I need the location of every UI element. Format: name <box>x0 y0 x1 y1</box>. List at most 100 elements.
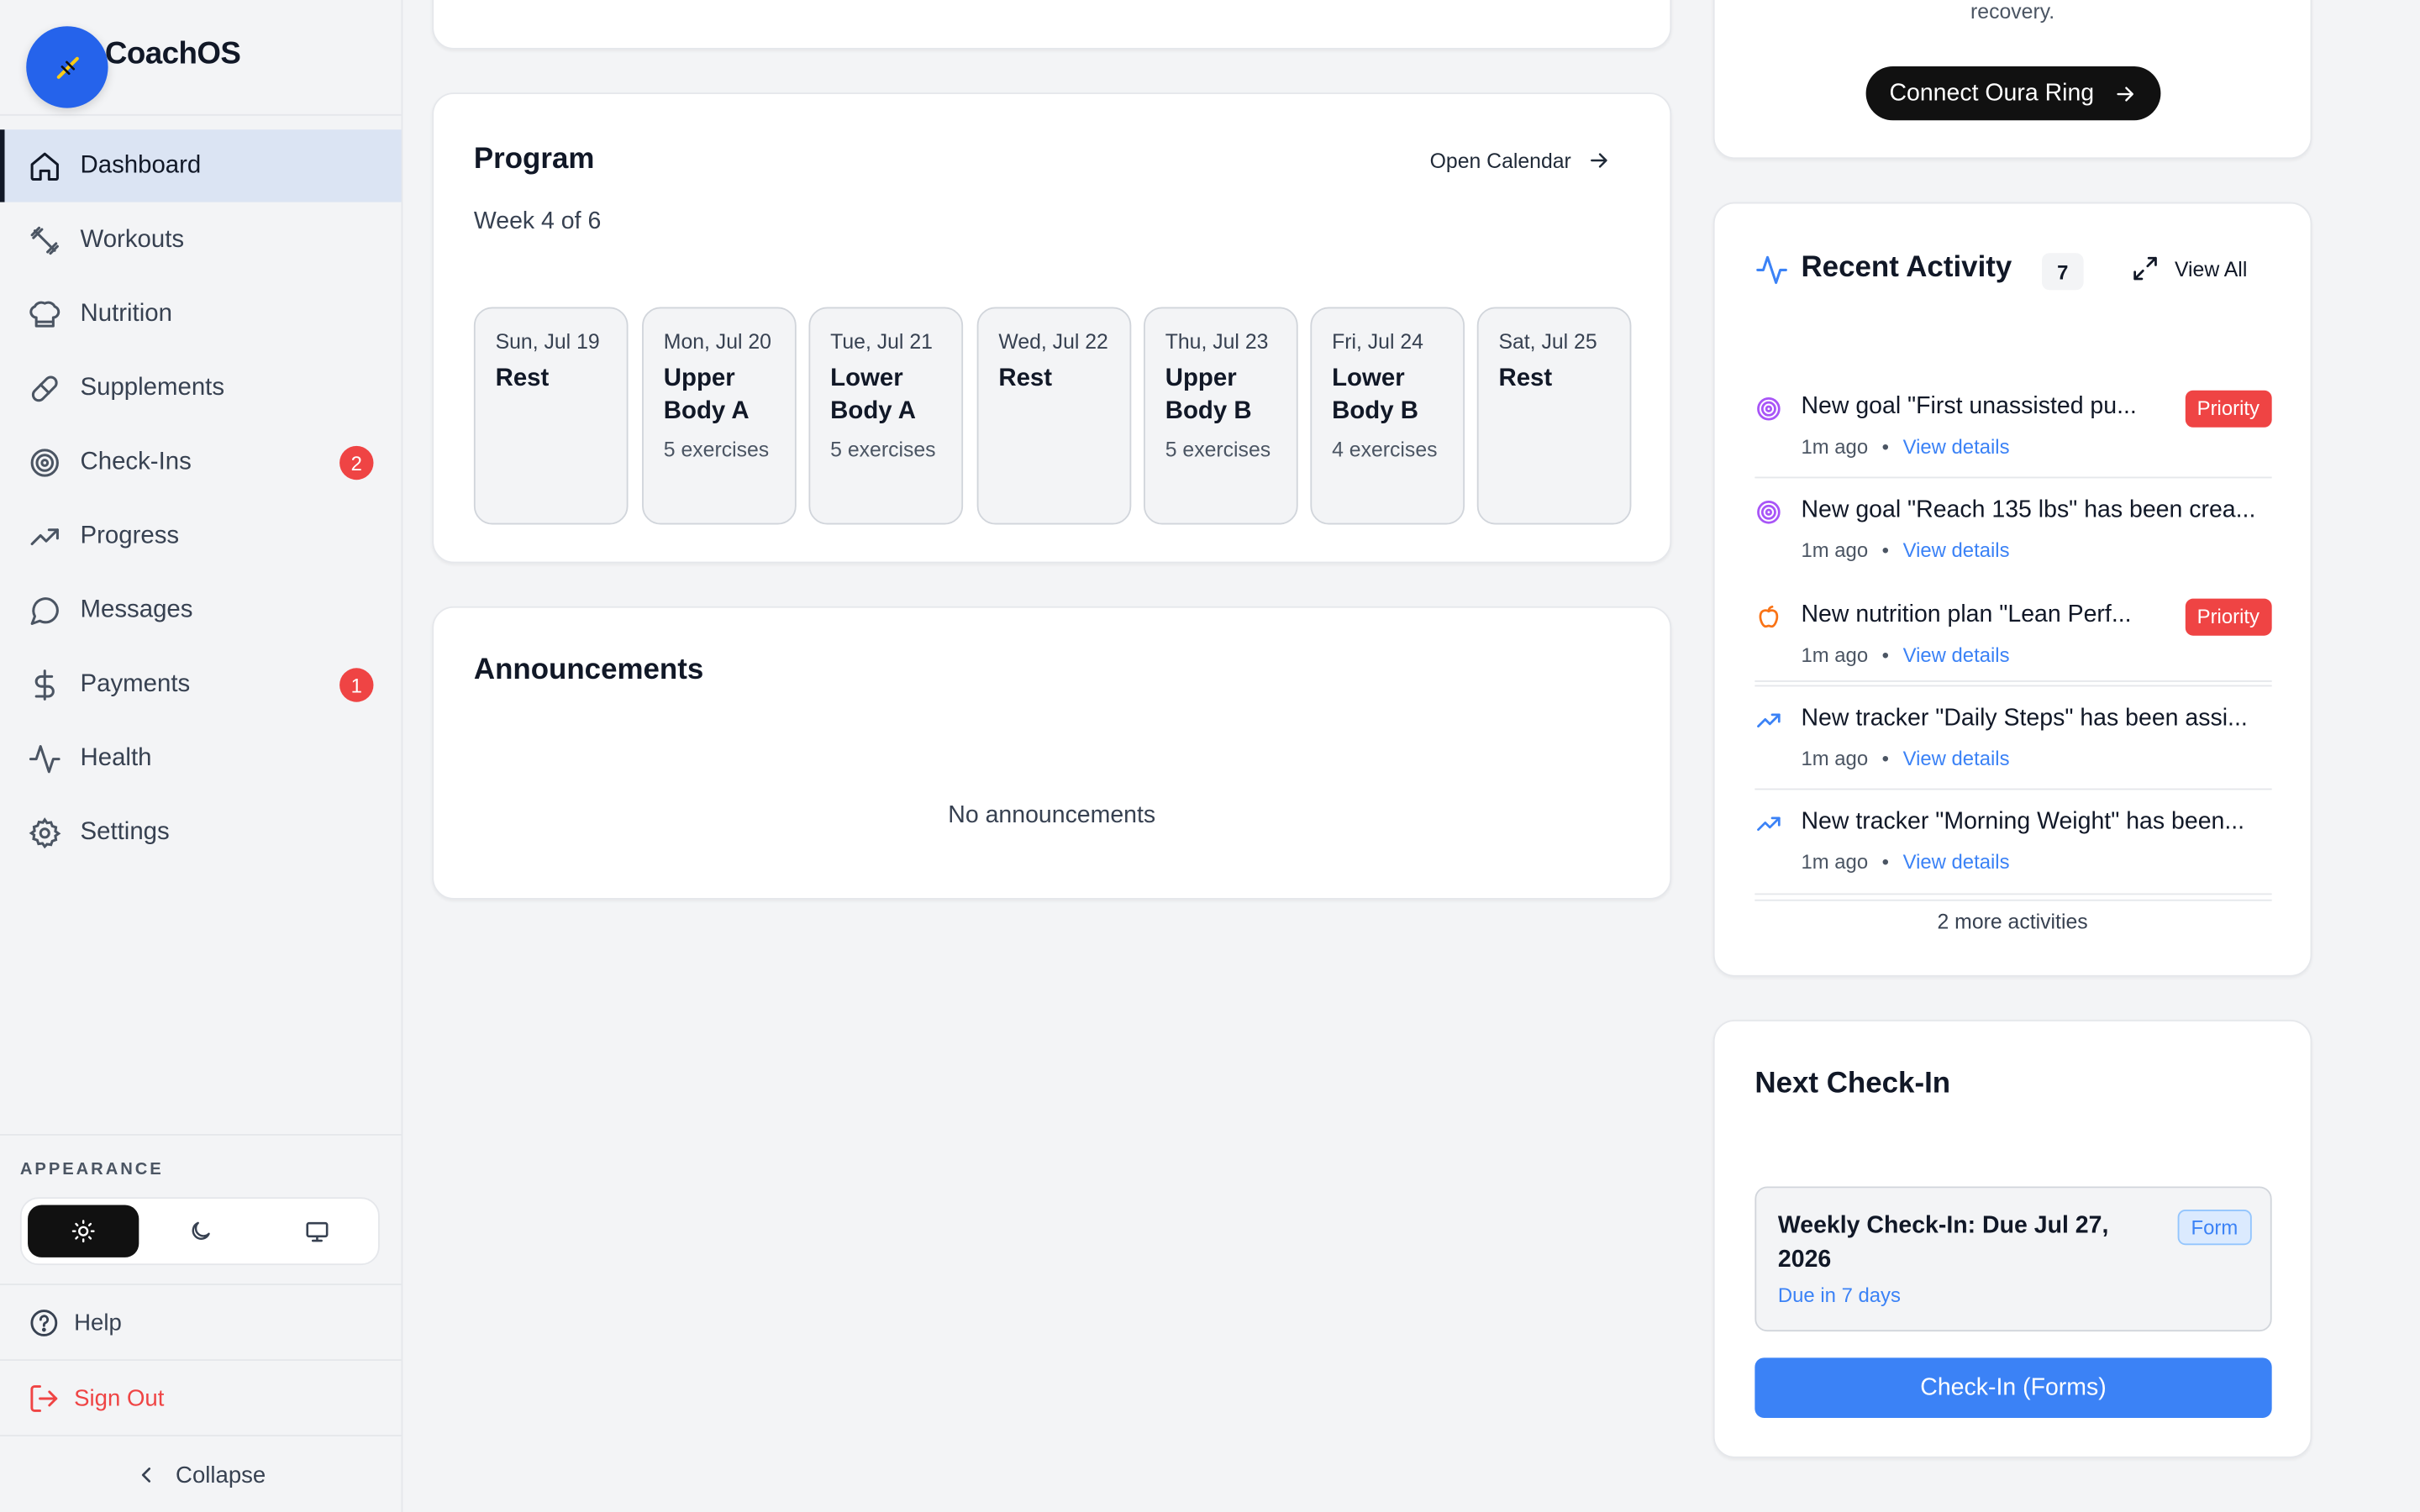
arrow-right-icon <box>2117 86 2133 101</box>
sidebar-item-payments[interactable]: Payments 1 <box>0 648 402 720</box>
theme-light-button[interactable] <box>28 1205 139 1257</box>
view-details-link[interactable]: View details <box>1903 850 2010 874</box>
program-title: Program <box>473 143 595 176</box>
theme-system-button[interactable] <box>260 1205 371 1257</box>
sidebar-item-messages[interactable]: Messages <box>0 574 402 646</box>
sign-out-button[interactable]: Sign Out <box>0 1361 402 1436</box>
open-calendar-link[interactable]: Open Calendar <box>1430 148 1612 172</box>
day-card[interactable]: Fri, Jul 24 Lower Body B 4 exercises <box>1310 307 1465 525</box>
next-check-in-title: Next Check-In <box>1754 1068 1951 1100</box>
sidebar: CoachOS Dashboard Workouts Nutrition Sup… <box>0 0 403 1512</box>
appearance-label: APPEARANCE <box>19 1160 164 1179</box>
chef-hat-icon <box>28 297 61 331</box>
day-workout: Lower Body B <box>1332 365 1418 425</box>
connect-oura-button[interactable]: Connect Oura Ring <box>1865 66 2161 121</box>
day-date: Thu, Jul 23 <box>1165 330 1269 354</box>
program-week: Week 4 of 6 <box>473 207 602 235</box>
day-card[interactable]: Mon, Jul 20 Upper Body A 5 exercises <box>642 307 797 525</box>
sidebar-item-label: Payments <box>80 670 191 697</box>
activity-text: New goal "Reach 135 lbs" has been crea..… <box>1801 496 2256 523</box>
oura-description: readiness based on sleep, HRV, and recov… <box>1807 0 2218 26</box>
day-card[interactable]: Tue, Jul 21 Lower Body A 5 exercises <box>808 307 964 525</box>
day-date: Fri, Jul 24 <box>1332 330 1423 354</box>
theme-dark-button[interactable] <box>145 1205 256 1257</box>
sidebar-item-dashboard[interactable]: Dashboard <box>0 129 402 202</box>
theme-switcher <box>19 1197 380 1266</box>
divider <box>1754 476 2272 479</box>
check-in-forms-button[interactable]: Check-In (Forms) <box>1754 1357 2272 1418</box>
chevron-left-icon <box>141 1467 150 1483</box>
day-card[interactable]: Sat, Jul 25 Rest <box>1476 307 1632 525</box>
appearance-section: APPEARANCE <box>0 1133 402 1285</box>
divider <box>1754 893 2272 895</box>
collapse-button[interactable]: Collapse <box>0 1438 402 1512</box>
day-workout: Rest <box>998 365 1053 392</box>
day-exercises: 5 exercises <box>663 438 770 462</box>
connect-oura-label: Connect Oura Ring <box>1889 79 2095 106</box>
divider <box>1754 899 2272 901</box>
logout-icon <box>30 1384 58 1411</box>
sidebar-item-nutrition[interactable]: Nutrition <box>0 278 402 350</box>
sidebar-item-check-ins[interactable]: Check-Ins 2 <box>0 426 402 498</box>
day-card[interactable]: Sun, Jul 19 Rest <box>473 307 629 525</box>
sidebar-item-progress[interactable]: Progress <box>0 500 402 572</box>
next-check-in-card: Next Check-In Weekly Check-In: Due Jul 2… <box>1712 1020 2312 1458</box>
separator-dot: • <box>1881 746 1890 770</box>
view-details-link[interactable]: View details <box>1903 643 2010 667</box>
activity-time: 1m ago <box>1801 850 1869 874</box>
day-exercises: 5 exercises <box>1165 438 1271 462</box>
brand-header: CoachOS <box>0 0 402 116</box>
pill-icon <box>28 371 61 405</box>
activity-text: New tracker "Daily Steps" has been assi.… <box>1801 705 2248 732</box>
priority-badge: Priority <box>2184 390 2272 428</box>
top-card-partial <box>432 0 1672 50</box>
sidebar-item-health[interactable]: Health <box>0 722 402 795</box>
day-date: Sat, Jul 25 <box>1498 330 1597 354</box>
program-card: Program Open Calendar Week 4 of 6 Sun, J… <box>432 92 1672 564</box>
divider <box>1754 685 2272 687</box>
sidebar-item-label: Nutrition <box>80 300 172 327</box>
day-workout: Rest <box>1498 365 1553 392</box>
sidebar-item-settings[interactable]: Settings <box>0 796 402 869</box>
expand-icon <box>2133 256 2157 281</box>
sidebar-item-label: Workouts <box>80 226 185 253</box>
activity-text: New nutrition plan "Lean Perf... <box>1801 601 2132 628</box>
day-card[interactable]: Wed, Jul 22 Rest <box>976 307 1132 525</box>
activity-icon <box>1756 255 1787 285</box>
message-icon <box>28 593 61 627</box>
view-details-link[interactable]: View details <box>1903 538 2010 562</box>
divider <box>1754 788 2272 790</box>
more-activities-link[interactable]: 2 more activities <box>1715 911 2311 934</box>
priority-badge: Priority <box>2184 598 2272 636</box>
check-in-item[interactable]: Weekly Check-In: Due Jul 27, 2026 Due in… <box>1754 1186 2272 1332</box>
sidebar-item-label: Health <box>80 744 152 771</box>
sidebar-item-workouts[interactable]: Workouts <box>0 203 402 276</box>
separator-dot: • <box>1881 434 1890 459</box>
sidebar-item-label: Settings <box>80 818 170 845</box>
help-label: Help <box>74 1309 122 1336</box>
sidebar-item-label: Progress <box>80 522 180 549</box>
view-details-link[interactable]: View details <box>1903 747 2010 770</box>
help-icon <box>30 1309 58 1336</box>
monitor-icon <box>305 1221 328 1242</box>
app-logo[interactable] <box>26 26 108 108</box>
activity-time: 1m ago <box>1801 434 1869 459</box>
view-all-button[interactable]: View All <box>2132 255 2248 282</box>
activity-time: 1m ago <box>1801 746 1869 770</box>
activity-text: New goal "First unassisted pu... <box>1801 393 2137 420</box>
sidebar-item-label: Dashboard <box>80 151 202 179</box>
sidebar-item-label: Supplements <box>80 374 225 401</box>
check-in-due: Due in 7 days <box>1777 1284 1901 1307</box>
oura-description-text: readiness based on sleep, HRV, and recov… <box>1970 0 2055 24</box>
separator-dot: • <box>1881 850 1890 874</box>
day-card[interactable]: Thu, Jul 23 Upper Body B 5 exercises <box>1144 307 1298 525</box>
view-details-link[interactable]: View details <box>1903 435 2010 459</box>
view-all-label: View All <box>2174 256 2248 281</box>
activity-text: New tracker "Morning Weight" has been... <box>1801 808 2245 835</box>
target-icon <box>1757 501 1781 524</box>
arrow-right-icon <box>1591 153 1607 168</box>
day-workout: Rest <box>495 365 550 392</box>
dollar-icon <box>28 667 61 701</box>
sidebar-item-supplements[interactable]: Supplements <box>0 352 402 424</box>
help-link[interactable]: Help <box>0 1285 402 1361</box>
